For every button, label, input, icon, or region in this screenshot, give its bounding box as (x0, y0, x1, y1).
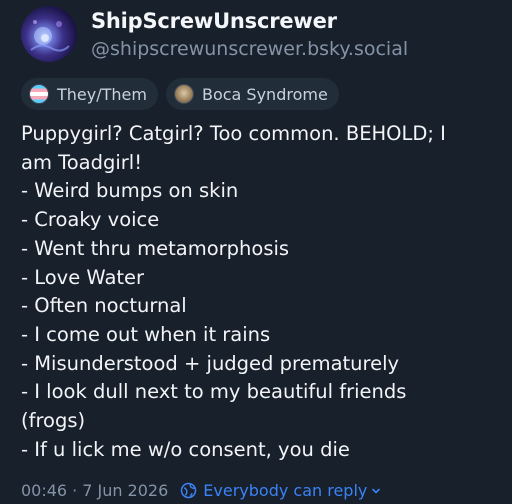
profile-labels: They/Them Boca Syndrome (21, 78, 339, 110)
post-text: Puppygirl? Catgirl? Too common. BEHOLD; … (21, 120, 501, 464)
post-line: am Toadgirl! (21, 150, 143, 174)
chevron-down-icon (372, 488, 381, 493)
display-name[interactable]: ShipScrewUnscrewer (91, 9, 337, 33)
boca-icon (173, 84, 194, 104)
avatar-image (30, 20, 70, 52)
post-line: - If u lick me w/o consent, you die (21, 437, 350, 461)
post-line: - I come out when it rains (21, 322, 271, 346)
badge-label: Boca Syndrome (201, 84, 328, 104)
globe-icon (181, 482, 197, 499)
badge-pronouns[interactable]: They/Them (21, 78, 158, 110)
badge-label: They/Them (57, 84, 147, 104)
post-line: - Misunderstood + judged prematurely (21, 351, 400, 375)
post-line: - Went thru metamorphosis (21, 236, 290, 260)
post-meta: 00:46 · 7 Jun 2026 Everybody can reply (21, 481, 387, 500)
handle[interactable]: @shipscrewunscrewer.bsky.social (91, 38, 408, 60)
badge-boca-syndrome[interactable]: Boca Syndrome (165, 78, 339, 110)
post-line: - Croaky voice (21, 208, 160, 232)
post-card: ShipScrewUnscrewer @shipscrewunscrewer.b… (0, 0, 512, 504)
post-line: - I look dull next to my beautiful frien… (21, 380, 407, 404)
reply-setting-button[interactable]: Everybody can reply (180, 481, 387, 500)
reply-setting-label: Everybody can reply (203, 481, 368, 500)
post-line: - Often nocturnal (21, 294, 187, 318)
post-date[interactable]: 7 Jun 2026 (82, 481, 168, 500)
avatar[interactable] (21, 6, 77, 62)
post-line: (frogs) (21, 409, 86, 433)
post-line: Puppygirl? Catgirl? Too common. BEHOLD; … (21, 122, 446, 145)
pride-flag-icon (29, 84, 49, 104)
post-time[interactable]: 00:46 (21, 481, 67, 500)
meta-separator: · (72, 481, 78, 500)
post-line: - Love Water (21, 265, 145, 289)
post-line: - Weird bumps on skin (21, 179, 239, 203)
